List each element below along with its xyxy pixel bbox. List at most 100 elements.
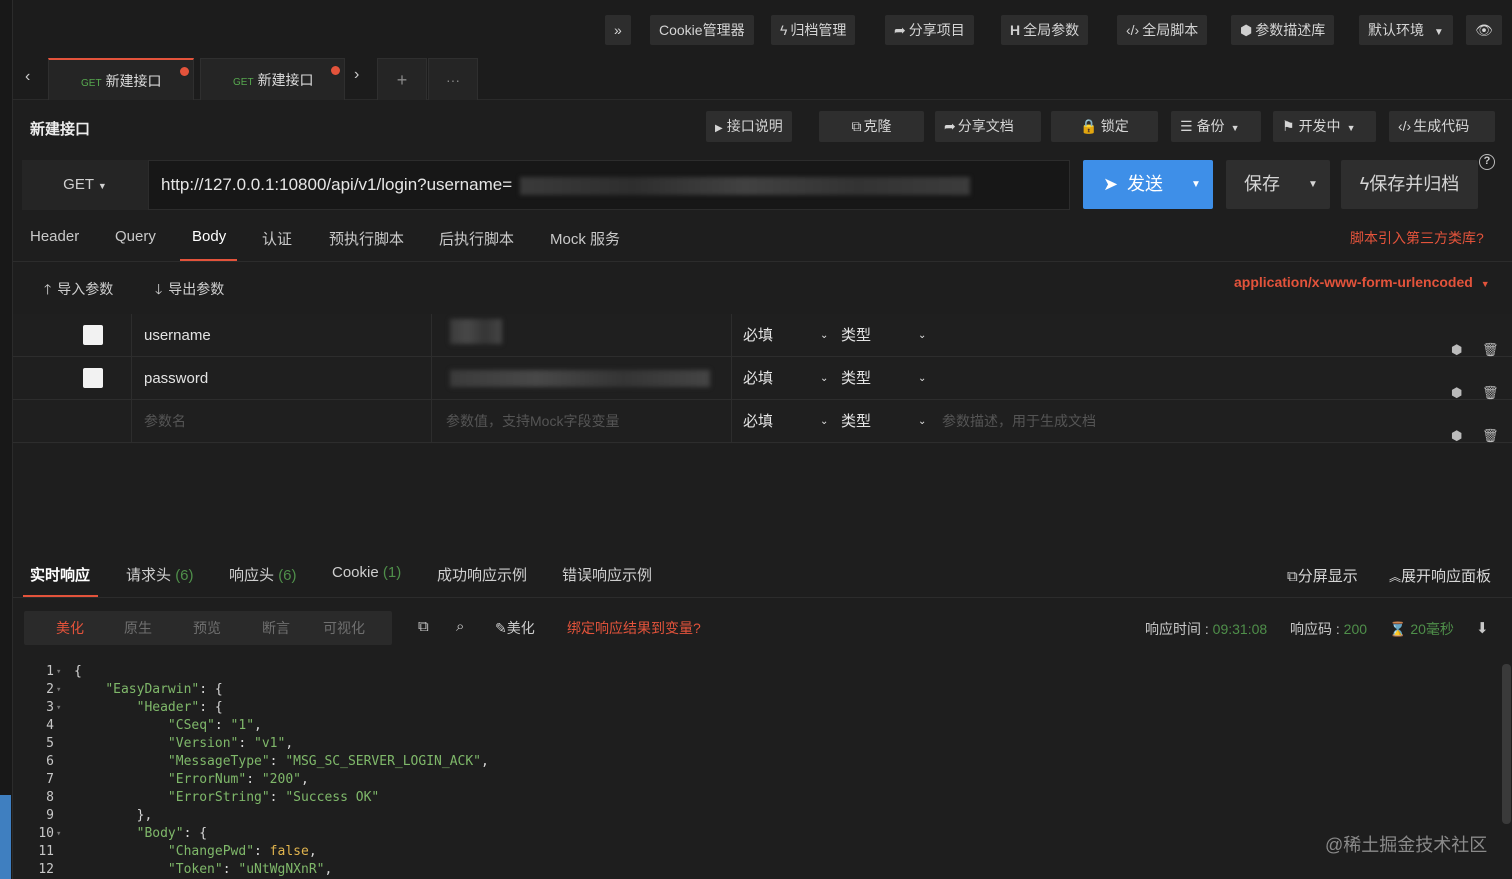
param-value-cell[interactable] <box>432 357 732 400</box>
param-meta-cell: 必填 ⌄ 类型 ⌄ 参数描述，用于生成文档 ⬢ 🗑 <box>732 400 1512 443</box>
chevron-down-icon[interactable]: ⌄ <box>918 400 926 443</box>
tab-scroll-right-icon[interactable]: › <box>354 66 359 84</box>
lock-button[interactable]: 🔒 锁定 <box>1051 111 1158 142</box>
param-row: username 必填 ⌄ 类型 ⌄ ⬢ 🗑 <box>13 314 1512 357</box>
status-select[interactable]: ⚑ 开发中 ▼ <box>1273 111 1376 142</box>
type-select[interactable]: 类型 <box>841 357 871 400</box>
more-tabs-button[interactable]: ··· <box>428 58 478 100</box>
environment-select[interactable]: 默认环境 ▼ <box>1359 15 1453 45</box>
type-select[interactable]: 类型 <box>841 314 871 357</box>
share-project-button[interactable]: ➦ 分享项目 <box>885 15 974 45</box>
tab-cookie[interactable]: Cookie (1) <box>332 564 401 581</box>
response-duration: ⌛ 20毫秒 <box>1389 621 1454 637</box>
required-select[interactable]: 必填 <box>743 400 773 443</box>
add-tab-button[interactable]: + <box>377 58 427 100</box>
copy-icon[interactable]: ⧉ <box>418 618 429 635</box>
type-select[interactable]: 类型 <box>841 400 871 443</box>
param-desc-lib-button[interactable]: ⬢ 参数描述库 <box>1231 15 1335 45</box>
caret-down-icon: ▼ <box>1230 123 1240 133</box>
param-name-cell[interactable]: username <box>132 314 432 357</box>
tab-error-example[interactable]: 错误响应示例 <box>562 564 652 585</box>
tab-header[interactable]: Header <box>30 228 79 245</box>
method-select[interactable]: GET ▼ <box>22 160 148 210</box>
arrow-down-icon: 🡓 <box>155 281 163 297</box>
clone-button[interactable]: ⧉ 克隆 <box>819 111 924 142</box>
chevron-down-icon[interactable]: ⌄ <box>820 357 828 400</box>
api-doc-button[interactable]: ▶ 接口说明 <box>706 111 792 142</box>
copy-icon: ⧉ <box>851 118 862 134</box>
url-input[interactable]: http://127.0.0.1:10800/api/v1/login?user… <box>148 160 1070 210</box>
trash-icon[interactable]: 🗑 <box>1482 414 1499 457</box>
split-view-button[interactable]: ⧉分屏显示 <box>1287 565 1358 586</box>
tab-pre-script[interactable]: 预执行脚本 <box>329 228 404 249</box>
import-params-button[interactable]: 🡑 导入参数 <box>44 279 113 303</box>
tab-response-headers[interactable]: 响应头 (6) <box>229 564 297 585</box>
download-icon[interactable]: ⬇ <box>1476 619 1489 637</box>
view-assert[interactable]: 断言 <box>262 611 290 645</box>
eye-icon-button[interactable]: 👁 <box>1466 15 1502 45</box>
save-button[interactable]: 保存 ▼ <box>1226 160 1330 209</box>
content-type-select[interactable]: application/x-www-form-urlencoded ▼ <box>1234 274 1490 290</box>
global-script-button[interactable]: ‹/› 全局脚本 <box>1117 15 1208 45</box>
chevron-down-icon[interactable]: ⌄ <box>918 357 926 400</box>
tab-request-headers[interactable]: 请求头 (6) <box>126 564 194 585</box>
tab-api-2[interactable]: GET 新建接口 <box>200 58 345 100</box>
expand-toolbar-button[interactable]: » <box>605 15 631 45</box>
unsaved-dot <box>331 66 340 75</box>
save-and-archive-button[interactable]: ϟ保存并归档 <box>1341 160 1478 209</box>
tab-auth[interactable]: 认证 <box>262 228 292 249</box>
required-select[interactable]: 必填 <box>743 314 773 357</box>
backup-button[interactable]: ☰ 备份 ▼ <box>1171 111 1261 142</box>
chevron-down-icon[interactable]: ⌄ <box>918 314 926 357</box>
chevron-down-icon[interactable]: ⌄ <box>820 314 828 357</box>
expand-panel-button[interactable]: ︽展开响应面板 <box>1389 565 1491 586</box>
code-scrollbar[interactable] <box>1502 664 1511 824</box>
tab-scroll-left-icon[interactable]: ‹ <box>25 68 30 86</box>
tab-post-script[interactable]: 后执行脚本 <box>439 228 514 249</box>
help-icon[interactable]: ? <box>1479 154 1495 170</box>
search-icon[interactable]: ⌕ <box>456 618 464 635</box>
bind-response-variable-link[interactable]: 绑定响应结果到变量? <box>567 618 701 638</box>
param-enable-checkbox[interactable] <box>83 325 103 345</box>
export-params-button[interactable]: 🡓 导出参数 <box>155 279 224 303</box>
param-value-input[interactable]: 参数值，支持Mock字段变量 <box>432 400 732 443</box>
cube-icon[interactable]: ⬢ <box>1451 414 1462 457</box>
view-preview[interactable]: 预览 <box>193 611 221 645</box>
param-meta-cell: 必填 ⌄ 类型 ⌄ ⬢ 🗑 <box>732 357 1512 400</box>
send-dropdown-icon[interactable]: ▼ <box>1191 160 1201 209</box>
param-name-cell[interactable]: password <box>132 357 432 400</box>
tab-live-response[interactable]: 实时响应 <box>30 564 90 585</box>
tab-body[interactable]: Body <box>192 228 226 245</box>
fold-toggle-icon[interactable]: ▾ <box>56 663 61 681</box>
archive-manage-button[interactable]: ϟ 归档管理 <box>771 15 856 45</box>
global-params-button[interactable]: H 全局参数 <box>1001 15 1089 45</box>
eye-icon: 👁 <box>1475 22 1493 38</box>
tab-success-example[interactable]: 成功响应示例 <box>437 564 527 585</box>
param-value-cell[interactable] <box>432 314 732 357</box>
view-raw[interactable]: 原生 <box>124 611 152 645</box>
tab-mock-service[interactable]: Mock 服务 <box>550 228 620 249</box>
response-body-viewer[interactable]: 1 ▾{ 2 ▾ "EasyDarwin": { 3 ▾ "Header": { 4 … <box>22 663 1500 879</box>
fold-toggle-icon[interactable]: ▾ <box>56 681 61 699</box>
fold-toggle-icon[interactable]: ▾ <box>56 825 61 843</box>
send-button[interactable]: ➤ 发送 ▼ <box>1083 160 1213 209</box>
save-dropdown-icon[interactable]: ▼ <box>1308 160 1318 209</box>
param-desc-input[interactable]: 参数描述，用于生成文档 <box>942 400 1096 443</box>
view-visualize[interactable]: 可视化 <box>323 611 365 645</box>
share-doc-button[interactable]: ➦ 分享文档 <box>935 111 1041 142</box>
cube-icon: ⬢ <box>1240 22 1253 38</box>
tab-api-1[interactable]: GET 新建接口 <box>48 58 194 100</box>
h-icon: H <box>1010 22 1021 38</box>
tab-query[interactable]: Query <box>115 228 156 245</box>
required-select[interactable]: 必填 <box>743 357 773 400</box>
beautify-button[interactable]: ✎美化 <box>495 618 535 638</box>
cookie-manager-button[interactable]: Cookie管理器 <box>650 15 754 45</box>
view-beautify[interactable]: 美化 <box>56 611 84 645</box>
third-party-lib-link[interactable]: 脚本引入第三方类库? <box>1350 228 1484 248</box>
param-name-input[interactable]: 参数名 <box>132 400 432 443</box>
chevron-down-icon[interactable]: ⌄ <box>820 400 828 443</box>
gen-code-button[interactable]: ‹/› 生成代码 <box>1389 111 1495 142</box>
split-window-icon: ⧉ <box>1287 568 1298 585</box>
param-enable-checkbox[interactable] <box>83 368 103 388</box>
fold-toggle-icon[interactable]: ▾ <box>56 699 61 717</box>
